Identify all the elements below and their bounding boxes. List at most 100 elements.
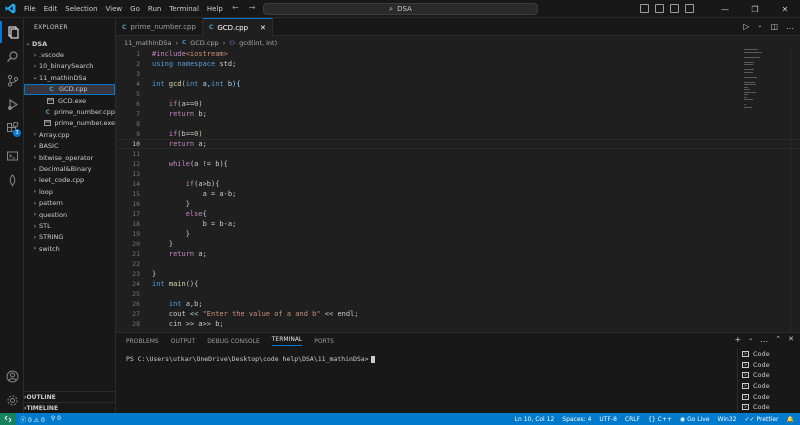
close-panel-icon[interactable]: ✕ (788, 335, 794, 344)
tree-folder[interactable]: › Decimal&Binary (24, 163, 115, 174)
toggle-sidebar-icon[interactable] (640, 4, 649, 13)
close-window-icon[interactable]: ✕ (770, 0, 800, 18)
code-line[interactable]: 20 } (116, 239, 800, 249)
tree-folder[interactable]: › loop (24, 186, 115, 197)
minimap[interactable] (744, 49, 774, 109)
code-line[interactable]: 19 } (116, 229, 800, 239)
terminal-instance[interactable]: > Code (738, 381, 800, 392)
code-line[interactable]: 24 int main(){ (116, 279, 800, 289)
terminal-dropdown-icon[interactable]: ⌄ (748, 335, 753, 344)
breadcrumb-symbol[interactable]: gcd(int, int) (239, 39, 277, 47)
code-line[interactable]: 13 (116, 169, 800, 179)
panel-tab-problems[interactable]: PROBLEMS (126, 338, 159, 345)
indentation[interactable]: Spaces: 4 (562, 416, 591, 423)
terminal-instance[interactable]: > Code (738, 360, 800, 371)
menu-item-go[interactable]: Go (126, 0, 144, 18)
code-line[interactable]: 15 a = a-b; (116, 189, 800, 199)
tree-folder[interactable]: ⌄ 11_mathinDSa (24, 72, 115, 83)
manage-gear-icon[interactable] (0, 389, 24, 411)
terminal-instance[interactable]: > Code (738, 370, 800, 381)
tab-gcd-cpp[interactable]: C GCD.cpp ✕ (202, 18, 273, 36)
code-line[interactable]: 27 cout << "Enter the value of a and b" … (116, 309, 800, 319)
code-line[interactable]: 17 else{ (116, 209, 800, 219)
run-code-icon[interactable]: ▷ (743, 22, 749, 31)
tree-file[interactable]: prime_number.exe (24, 118, 115, 129)
code-line[interactable]: 12 while(a != b){ (116, 159, 800, 169)
line-endings[interactable]: CRLF (625, 416, 640, 423)
breadcrumb-folder[interactable]: 11_mathinDSa (124, 39, 172, 47)
code-line[interactable]: 5 (116, 89, 800, 99)
terminal-instance[interactable]: > Code (738, 391, 800, 402)
tab-prime-number-cpp[interactable]: C prime_number.cpp (116, 18, 203, 36)
new-terminal-icon[interactable]: + (735, 335, 742, 344)
tree-folder[interactable]: › question (24, 209, 115, 220)
code-line[interactable]: 16 } (116, 199, 800, 209)
search-view-icon[interactable] (0, 45, 24, 67)
code-line[interactable]: 4 int gcd(int a,int b){ (116, 79, 800, 89)
more-actions-icon[interactable]: … (760, 335, 768, 344)
menu-item-help[interactable]: Help (203, 0, 227, 18)
menu-item-run[interactable]: Run (144, 0, 165, 18)
go-live-button[interactable]: ◉ Go Live (680, 416, 710, 423)
root-folder-dsa[interactable]: ⌄ DSA (24, 38, 115, 49)
tree-folder[interactable]: › leet_code.cpp (24, 175, 115, 186)
source-control-icon[interactable] (0, 69, 24, 91)
tree-folder[interactable]: › 10_binarySearch (24, 61, 115, 72)
close-tab-icon[interactable]: ✕ (260, 24, 266, 32)
code-line[interactable]: 22 (116, 259, 800, 269)
outline-section[interactable]: › OUTLINE (24, 391, 115, 402)
language-mode[interactable]: {} C++ (648, 416, 672, 423)
run-dropdown-icon[interactable]: ⌄ (757, 22, 762, 31)
explorer-icon[interactable] (0, 21, 24, 43)
terminal-instance[interactable]: > Code (738, 402, 800, 413)
encoding[interactable]: UTF-8 (599, 416, 617, 423)
code-line[interactable]: 23} (116, 269, 800, 279)
tree-folder[interactable]: › bitwise_operator (24, 152, 115, 163)
panel-tab-output[interactable]: OUTPUT (171, 338, 195, 345)
menu-item-edit[interactable]: Edit (40, 0, 62, 18)
cursor-position[interactable]: Ln 10, Col 12 (515, 416, 555, 423)
maximize-panel-icon[interactable]: ⌃ (775, 335, 781, 344)
menu-item-selection[interactable]: Selection (61, 0, 101, 18)
maximize-icon[interactable]: ❐ (740, 0, 770, 18)
platform[interactable]: Win32 (718, 416, 737, 423)
tree-folder[interactable]: › Array.cpp (24, 129, 115, 140)
customize-layout-icon[interactable] (685, 4, 694, 13)
code-line[interactable]: 10 return a; (116, 139, 800, 149)
panel-tab-terminal[interactable]: TERMINAL (271, 336, 303, 346)
code-editor[interactable]: 1 #include<iostream> 2 using namespace std;… (116, 49, 800, 332)
extensions-icon[interactable]: 3 (0, 117, 24, 139)
code-line[interactable]: 9 if(b==0) (116, 129, 800, 139)
panel-tab-ports[interactable]: PORTS (314, 338, 334, 345)
toggle-secondary-sidebar-icon[interactable] (670, 4, 679, 13)
breadcrumb-file[interactable]: GCD.cpp (190, 39, 218, 47)
code-line[interactable]: 6 if(a==0) (116, 99, 800, 109)
tree-file[interactable]: C GCD.cpp (24, 83, 115, 95)
toggle-panel-icon[interactable] (655, 4, 664, 13)
notifications-bell-icon[interactable]: 🔔 (787, 416, 794, 423)
more-actions-icon[interactable]: … (786, 22, 794, 31)
menu-item-file[interactable]: File (20, 0, 40, 18)
menu-item-terminal[interactable]: Terminal (165, 0, 203, 18)
menu-item-view[interactable]: View (102, 0, 127, 18)
tree-file[interactable]: GCD.exe (24, 95, 115, 106)
tree-folder[interactable]: › BASIC (24, 141, 115, 152)
code-line[interactable]: 3 (116, 69, 800, 79)
tree-file[interactable]: Cprime_number.cpp (24, 106, 115, 117)
back-arrow-icon[interactable]: ← (232, 3, 239, 12)
panel-tab-debug-console[interactable]: DEBUG CONSOLE (207, 338, 260, 345)
tree-folder[interactable]: › switch (24, 243, 115, 254)
mongodb-leaf-icon[interactable] (0, 169, 24, 191)
tree-folder[interactable]: › STRING (24, 232, 115, 243)
tree-folder[interactable]: › pattern (24, 198, 115, 209)
command-center-search[interactable]: ⌕ DSA (263, 3, 538, 15)
run-debug-icon[interactable] (0, 93, 24, 115)
terminal-output[interactable]: PS C:\Users\utkar\OneDrive\Desktop\code … (126, 355, 375, 363)
tree-folder[interactable]: › .vscode (24, 49, 115, 60)
problems-status[interactable]: ⓧ 0 ⚠ 0 (20, 415, 45, 424)
account-icon[interactable] (0, 365, 24, 387)
editor-scrollbar[interactable] (790, 49, 800, 332)
ports-status[interactable]: ⚲ 0 (51, 415, 61, 424)
code-line[interactable]: 2 using namespace std; (116, 59, 800, 69)
code-line[interactable]: 7 return b; (116, 109, 800, 119)
